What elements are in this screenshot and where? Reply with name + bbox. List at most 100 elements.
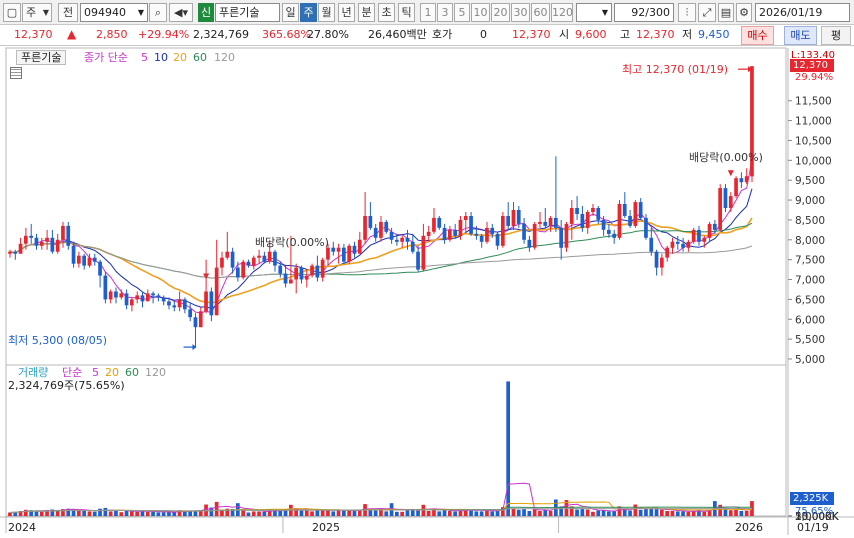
period-month[interactable]: 월 [318, 3, 335, 22]
candle-style-icon[interactable]: ⫶ [678, 3, 696, 22]
price-tick-label: 11,500 [795, 96, 832, 108]
pane-menu-icon[interactable] [6, 51, 14, 59]
candle-body [135, 295, 139, 300]
interval-120[interactable]: 120 [551, 3, 573, 22]
candle-body [77, 255, 81, 264]
volume-bar [511, 508, 516, 516]
price-tick-label: 7,500 [795, 255, 825, 267]
interval-60[interactable]: 60 [531, 3, 550, 22]
prev-button[interactable]: 전 [58, 3, 78, 22]
candle-body [156, 295, 161, 298]
candle-body [522, 223, 526, 240]
volume-legend-label[interactable]: 거래량 [18, 366, 48, 380]
search-icon[interactable]: ⌕ [149, 3, 167, 22]
candle-body [55, 239, 60, 252]
period-week[interactable]: 주 [300, 3, 317, 22]
ma-legend-20: 20 [173, 51, 187, 64]
chart-draw-icon[interactable]: ⤢ [698, 3, 716, 22]
candle-body [373, 227, 378, 238]
price-tick-label: 5,500 [795, 334, 825, 346]
chart-area[interactable]: 11,500 11,000 10,500 10,000 9,500 9,000 8,500 8… [0, 47, 854, 538]
price-legend-ma-label: 종가 단순 [84, 51, 128, 64]
low-value: 9,450 [698, 28, 730, 41]
candle-body [347, 245, 351, 262]
period-minute[interactable]: 분 [358, 3, 375, 22]
period-second[interactable]: 초 [378, 3, 395, 22]
candle-body [320, 259, 325, 278]
candle-body [532, 223, 537, 248]
open-value: 9,600 [575, 28, 607, 41]
ma-legend-10: 10 [154, 51, 168, 64]
candle-body [548, 217, 553, 226]
candle-body [45, 237, 49, 242]
interval-3[interactable]: 3 [437, 3, 453, 22]
candle-body [527, 239, 532, 248]
volume-bar [161, 512, 166, 516]
candle-body [267, 251, 272, 262]
candle-body [649, 237, 654, 252]
count-input[interactable]: 92/300 [614, 3, 674, 22]
interval-custom-input[interactable]: ▼ [576, 3, 612, 22]
price-tick-label: 8,500 [795, 215, 825, 227]
date-input[interactable]: 2026/01/19 [755, 3, 850, 22]
stock-code-input[interactable]: 094940 ▼ [80, 3, 148, 22]
price-volume-chart[interactable]: 11,500 11,000 10,500 10,000 9,500 9,000 8,500 8… [0, 47, 854, 538]
period-year[interactable]: 년 [338, 3, 355, 22]
interval-5[interactable]: 5 [454, 3, 470, 22]
candle-body [220, 257, 224, 268]
volume-bar [548, 511, 553, 516]
volume-bar [617, 506, 622, 516]
period-tick[interactable]: 틱 [398, 3, 415, 22]
market-select[interactable]: 주 ▼ [22, 3, 52, 22]
chevron-down-icon: ▼ [42, 8, 49, 17]
candle-body [410, 241, 415, 252]
vol-ma-legend-20: 20 [105, 366, 119, 379]
volume-bar [400, 511, 404, 516]
candle-body [633, 202, 638, 226]
price-legend-stock[interactable]: 푸른기술 [16, 50, 67, 65]
dividend-marker-2 [727, 170, 734, 177]
candle-body [145, 293, 150, 302]
candle-body [183, 299, 187, 310]
calendar-icon[interactable] [838, 8, 848, 18]
volume-bar [448, 511, 452, 516]
price-tick-label: 10,000 [795, 155, 832, 167]
candle-body [294, 267, 298, 280]
save-icon[interactable]: ▤ [718, 3, 734, 22]
candle-body [299, 267, 304, 280]
candle-body [395, 239, 399, 242]
eval-button[interactable]: 평 [821, 26, 851, 45]
candle-body [71, 245, 76, 264]
chevron-down-icon: ▼ [137, 8, 144, 17]
interval-10[interactable]: 10 [471, 3, 490, 22]
interval-1[interactable]: 1 [420, 3, 436, 22]
volume-bar [538, 511, 542, 516]
volume-pane-menu-icon[interactable] [6, 367, 14, 375]
window-icon[interactable]: ▢ [3, 3, 21, 22]
candle-body [442, 227, 447, 240]
interval-30[interactable]: 30 [511, 3, 530, 22]
candle-body [511, 210, 516, 226]
period-day[interactable]: 일 [282, 3, 299, 22]
candle-body [230, 251, 235, 268]
candle-body [559, 227, 563, 248]
x-label-2026: 2026 [735, 521, 763, 534]
volume-bar [405, 510, 410, 516]
speaker-icon[interactable]: ◀▾ [169, 3, 193, 22]
gear-icon[interactable]: ⚙ [736, 3, 752, 22]
candle-body [161, 297, 166, 302]
volume-bar [569, 506, 574, 516]
volume-bar [670, 511, 675, 516]
x-label-2024: 2024 [8, 521, 36, 534]
stock-name-field[interactable]: 푸른기술 [215, 3, 280, 22]
buy-button[interactable]: 매수 [741, 26, 774, 45]
quote-turnover: 27.80% [307, 28, 349, 41]
volume-bar [262, 511, 267, 516]
grid-icon[interactable] [10, 67, 22, 79]
price-tick-label: 6,000 [795, 314, 825, 326]
interval-20[interactable]: 20 [491, 3, 510, 22]
sell-button[interactable]: 매도 [784, 26, 817, 45]
candle-body [697, 229, 701, 242]
hoga-label: 호가 [432, 28, 453, 41]
candle-body [124, 293, 129, 306]
